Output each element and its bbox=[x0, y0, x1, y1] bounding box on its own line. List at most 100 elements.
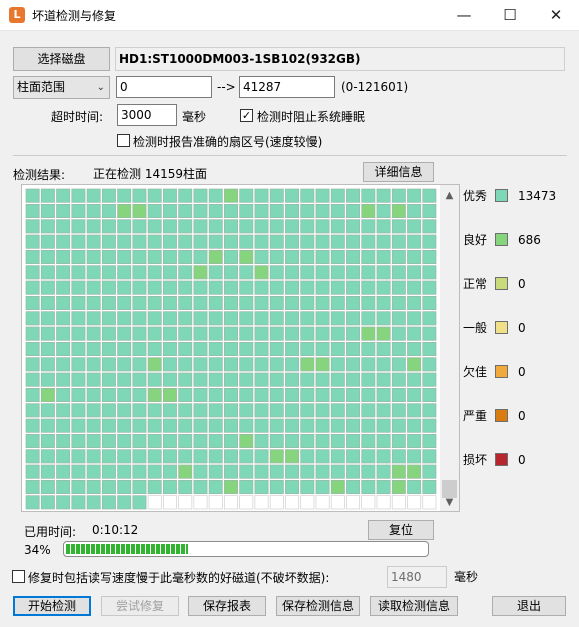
block-excellent bbox=[254, 418, 269, 433]
block-excellent bbox=[391, 280, 406, 295]
block-excellent bbox=[300, 387, 315, 403]
block-excellent bbox=[269, 372, 284, 387]
block-excellent bbox=[178, 280, 193, 295]
legend-swatch bbox=[495, 277, 508, 290]
save-report-button[interactable]: 保存报表 bbox=[188, 596, 266, 616]
block-excellent bbox=[315, 341, 330, 357]
range-mode-select[interactable]: 柱面范围 ⌄ bbox=[13, 76, 110, 99]
block-excellent bbox=[407, 203, 422, 219]
chevron-down-icon: ⌄ bbox=[96, 82, 105, 93]
block-excellent bbox=[178, 188, 193, 203]
block-excellent bbox=[56, 326, 71, 341]
block-excellent bbox=[162, 341, 177, 357]
block-excellent bbox=[56, 433, 71, 449]
block-excellent bbox=[71, 295, 86, 311]
block-excellent bbox=[422, 234, 437, 249]
prevent-sleep-checkbox[interactable]: ✓ bbox=[240, 109, 253, 122]
range-end-input[interactable]: 41287 bbox=[239, 76, 335, 98]
scroll-up-icon[interactable]: ▲ bbox=[440, 188, 459, 204]
legend-label: 良好 bbox=[463, 233, 488, 247]
block-excellent bbox=[361, 433, 376, 449]
start-scan-button[interactable]: 开始检测 bbox=[13, 596, 91, 616]
block-excellent bbox=[101, 234, 116, 249]
block-excellent bbox=[40, 403, 55, 418]
block-unchecked bbox=[208, 495, 223, 510]
block-excellent bbox=[208, 449, 223, 464]
block-excellent bbox=[147, 326, 162, 341]
block-excellent bbox=[224, 311, 238, 326]
block-excellent bbox=[239, 219, 254, 234]
block-excellent bbox=[132, 449, 147, 464]
block-excellent bbox=[86, 387, 101, 403]
block-excellent bbox=[315, 372, 330, 387]
block-excellent bbox=[422, 203, 437, 219]
block-excellent bbox=[101, 403, 116, 418]
block-good bbox=[117, 203, 132, 219]
block-excellent bbox=[193, 311, 208, 326]
exit-button[interactable]: 退出 bbox=[492, 596, 566, 616]
block-excellent bbox=[56, 464, 71, 479]
close-button[interactable]: ✕ bbox=[533, 0, 579, 31]
block-excellent bbox=[346, 479, 361, 495]
block-excellent bbox=[300, 219, 315, 234]
block-excellent bbox=[285, 219, 300, 234]
select-disk-button[interactable]: 选择磁盘 bbox=[13, 47, 110, 71]
block-excellent bbox=[330, 387, 345, 403]
maximize-button[interactable]: ☐ bbox=[487, 0, 533, 31]
report-sector-checkbox[interactable] bbox=[117, 134, 130, 147]
block-excellent bbox=[162, 265, 177, 280]
reset-button[interactable]: 复位 bbox=[368, 520, 434, 540]
scroll-down-icon[interactable]: ▼ bbox=[440, 495, 459, 511]
block-excellent bbox=[330, 234, 345, 249]
block-excellent bbox=[193, 280, 208, 295]
block-unchecked bbox=[407, 495, 422, 510]
block-excellent bbox=[147, 464, 162, 479]
block-excellent bbox=[315, 326, 330, 341]
block-excellent bbox=[56, 418, 71, 433]
block-excellent bbox=[178, 234, 193, 249]
block-excellent bbox=[361, 265, 376, 280]
block-excellent bbox=[117, 311, 132, 326]
block-good bbox=[193, 265, 208, 280]
block-excellent bbox=[285, 357, 300, 372]
block-excellent bbox=[300, 265, 315, 280]
load-scan-info-button[interactable]: 读取检测信息 bbox=[370, 596, 458, 616]
block-excellent bbox=[25, 418, 40, 433]
progress-fill bbox=[66, 544, 188, 554]
block-excellent bbox=[86, 341, 101, 357]
block-excellent bbox=[346, 219, 361, 234]
block-excellent bbox=[71, 280, 86, 295]
block-excellent bbox=[376, 295, 391, 311]
repair-slow-checkbox[interactable] bbox=[12, 570, 25, 583]
block-map-scrollbar[interactable]: ▲ ▼ bbox=[440, 185, 459, 511]
timeout-input[interactable]: 3000 bbox=[117, 104, 177, 126]
block-good bbox=[330, 479, 345, 495]
block-unchecked bbox=[330, 495, 345, 510]
block-excellent bbox=[239, 295, 254, 311]
minimize-button[interactable]: — bbox=[441, 0, 487, 31]
title-bar: L 坏道检测与修复 — ☐ ✕ bbox=[0, 0, 579, 31]
block-excellent bbox=[117, 372, 132, 387]
block-excellent bbox=[178, 433, 193, 449]
block-excellent bbox=[361, 418, 376, 433]
legend-count: 0 bbox=[518, 321, 526, 335]
details-button[interactable]: 详细信息 bbox=[363, 162, 434, 182]
repair-threshold-input[interactable]: 1480 bbox=[387, 566, 447, 588]
block-excellent bbox=[407, 341, 422, 357]
block-excellent bbox=[269, 387, 284, 403]
try-repair-button[interactable]: 尝试修复 bbox=[101, 596, 179, 616]
range-start-input[interactable]: 0 bbox=[116, 76, 212, 98]
block-excellent bbox=[224, 265, 238, 280]
block-excellent bbox=[56, 479, 71, 495]
block-excellent bbox=[346, 372, 361, 387]
legend-count: 0 bbox=[518, 409, 526, 423]
block-excellent bbox=[315, 295, 330, 311]
block-excellent bbox=[224, 219, 238, 234]
block-excellent bbox=[56, 372, 71, 387]
block-excellent bbox=[25, 249, 40, 265]
save-scan-info-button[interactable]: 保存检测信息 bbox=[276, 596, 360, 616]
block-good bbox=[224, 188, 238, 203]
block-excellent bbox=[71, 433, 86, 449]
block-excellent bbox=[71, 249, 86, 265]
block-excellent bbox=[361, 387, 376, 403]
